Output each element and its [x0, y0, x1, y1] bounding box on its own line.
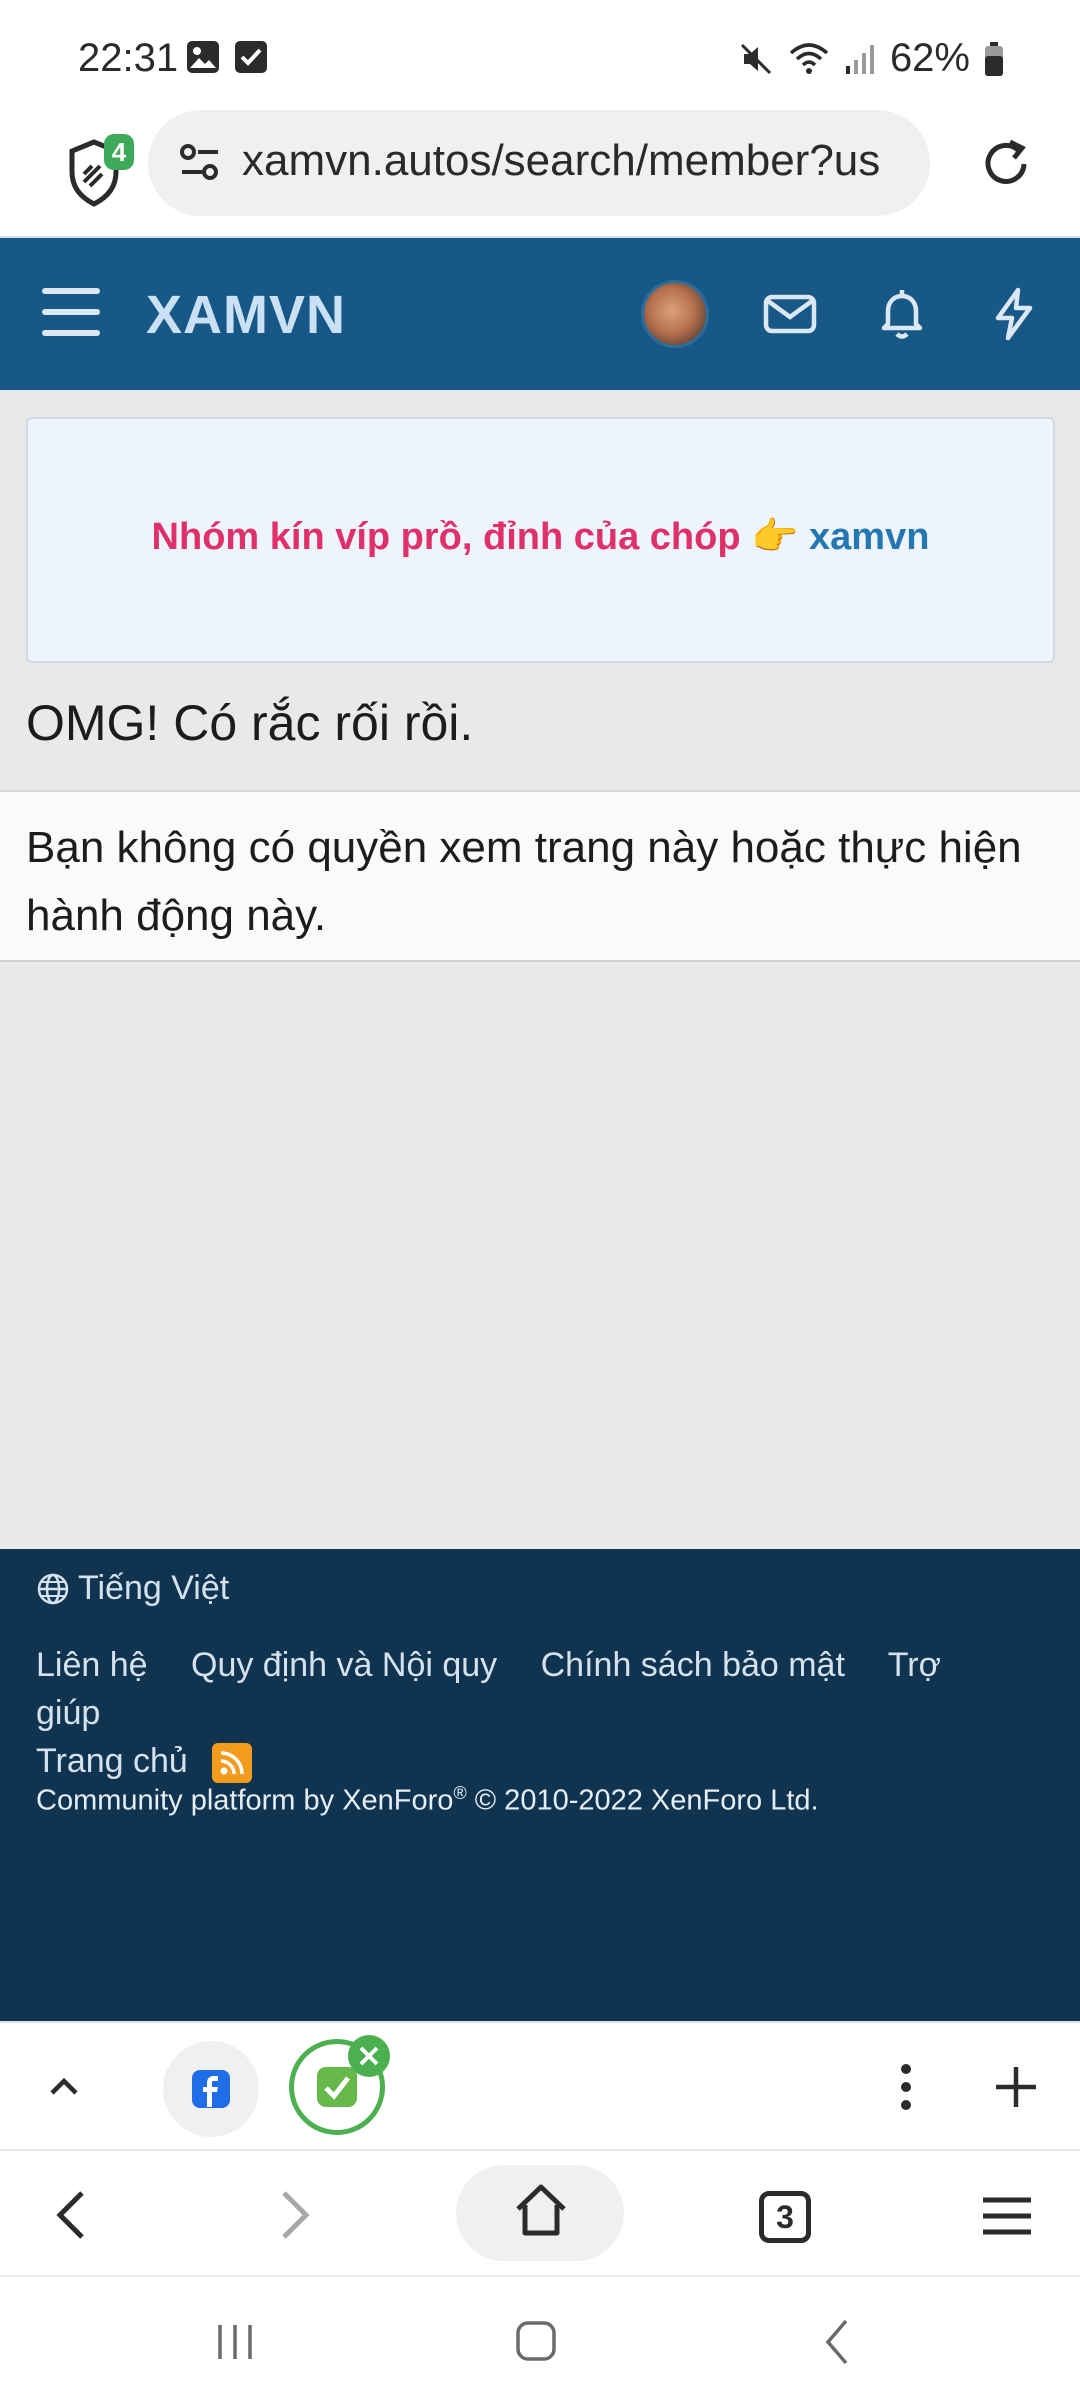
check-app-icon — [317, 2067, 357, 2107]
registered-mark: ® — [453, 1783, 467, 1803]
recents-icon[interactable] — [212, 2319, 258, 2365]
browser-nav-bar: 3 — [0, 2149, 1080, 2275]
menu-icon[interactable] — [980, 2195, 1034, 2237]
status-bar: 22:31 62% — [0, 0, 1080, 110]
language-label: Tiếng Việt — [78, 1569, 230, 1607]
facebook-icon — [192, 2070, 230, 2108]
avatar[interactable] — [641, 280, 709, 348]
new-tab-icon[interactable] — [992, 2063, 1040, 2111]
globe-icon — [37, 1573, 69, 1604]
status-time: 22:31 — [78, 36, 179, 80]
footer-links: Liên hệ Quy định và Nội quy Chính sách b… — [36, 1641, 1046, 1785]
gallery-icon — [187, 41, 219, 73]
wifi-icon — [789, 42, 829, 74]
site-logo[interactable]: XAMVN — [146, 284, 346, 346]
tabs-count-button[interactable]: 3 — [759, 2191, 811, 2243]
footer-link-home[interactable]: Trang chủ — [36, 1742, 188, 1780]
system-back-icon[interactable] — [818, 2317, 858, 2367]
language-chooser[interactable]: Tiếng Việt — [36, 1569, 229, 1608]
home-button[interactable] — [456, 2165, 624, 2261]
pointing-hand-icon: 👉 — [751, 516, 799, 558]
error-message-block: Bạn không có quyền xem trang này hoặc th… — [0, 790, 1080, 962]
more-options-icon[interactable] — [884, 2063, 928, 2111]
close-tab-button[interactable] — [348, 2035, 390, 2077]
footer-link-rules[interactable]: Quy định và Nội quy — [191, 1646, 497, 1684]
notice-text: Nhóm kín víp prồ, đỉnh của chóp 👉 xamvn — [28, 515, 1053, 559]
footer-link-contact[interactable]: Liên hệ — [36, 1646, 148, 1684]
notice-pink-text: Nhóm kín víp prồ, đỉnh của chóp — [151, 516, 741, 558]
battery-percent: 62% — [889, 36, 970, 80]
tab-facebook[interactable] — [163, 2041, 259, 2137]
copyright-tail: © 2010-2022 XenForo Ltd. — [466, 1784, 819, 1817]
checkbox-icon — [235, 41, 267, 73]
site-settings-icon[interactable] — [178, 140, 222, 184]
close-icon — [359, 2046, 379, 2066]
menu-button[interactable] — [42, 288, 100, 336]
site-footer: Tiếng Việt Liên hệ Quy định và Nội quy C… — [0, 1549, 1080, 2021]
notice-link[interactable]: xamvn — [809, 516, 929, 558]
reload-icon[interactable] — [976, 134, 1036, 194]
forward-icon[interactable] — [270, 2187, 318, 2243]
privacy-shield-button[interactable]: 4 — [66, 130, 134, 207]
system-nav-bar — [0, 2275, 1080, 2400]
mail-icon[interactable] — [760, 284, 820, 344]
shield-count-badge: 4 — [104, 134, 134, 170]
bell-icon[interactable] — [872, 284, 932, 344]
notice-banner: Nhóm kín víp prồ, đỉnh của chóp 👉 xamvn — [26, 417, 1055, 663]
rss-icon[interactable] — [211, 1743, 252, 1784]
copyright: Community platform by XenForo® © 2010-20… — [36, 1783, 819, 1818]
home-nav-icon[interactable] — [514, 2319, 558, 2363]
mute-icon — [740, 43, 771, 74]
browser-tab-strip — [0, 2021, 1080, 2149]
battery-icon — [985, 41, 1003, 76]
lightning-icon[interactable] — [984, 284, 1044, 344]
error-message: Bạn không có quyền xem trang này hoặc th… — [26, 823, 1022, 940]
address-bar[interactable]: xamvn.autos/search/member?us — [148, 110, 930, 216]
footer-link-privacy[interactable]: Chính sách bảo mật — [541, 1646, 845, 1684]
page-title: OMG! Có rắc rối rồi. — [26, 695, 474, 751]
site-header: XAMVN — [0, 236, 1080, 390]
copyright-main[interactable]: Community platform by XenForo — [36, 1785, 453, 1817]
url-text[interactable]: xamvn.autos/search/member?us — [242, 136, 922, 186]
signal-icon — [845, 44, 874, 74]
back-icon[interactable] — [48, 2187, 96, 2243]
chevron-up-icon[interactable] — [44, 2067, 84, 2107]
home-icon — [516, 2184, 566, 2236]
browser-url-bar: 4 xamvn.autos/search/member?us — [0, 110, 1080, 236]
